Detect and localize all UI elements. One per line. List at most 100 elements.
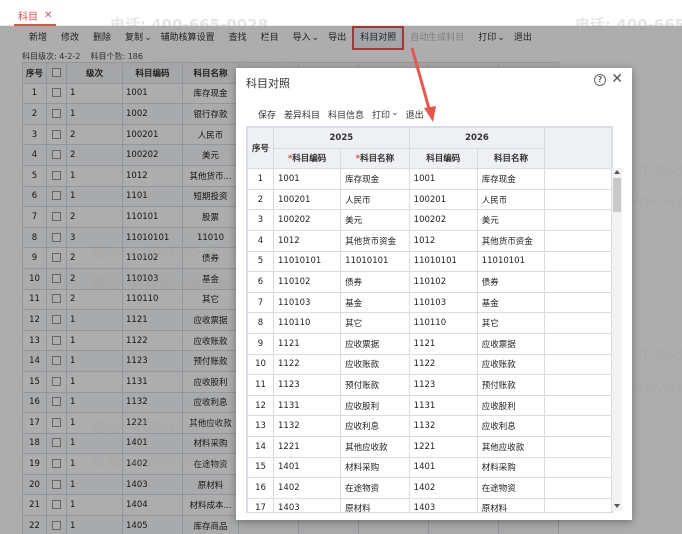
dialog-title: 科目对照 [246, 77, 290, 90]
table-cell[interactable]: 1132 [273, 415, 342, 437]
row-index: 8 [247, 312, 275, 334]
table-cell [544, 229, 612, 252]
chevron-down-icon[interactable]: ⌄ [391, 108, 399, 122]
table-cell[interactable]: 110110 [273, 312, 342, 334]
table-cell[interactable]: 人民币 [340, 188, 410, 211]
column-header[interactable]: 科目编码 [408, 147, 478, 170]
table-row[interactable]: 3 100202 美元 100202 美元 [247, 209, 612, 231]
table-row[interactable]: 9 1121 应收票据 1121 应收票据 [247, 332, 612, 355]
table-cell[interactable]: 其它 [340, 312, 410, 334]
table-cell[interactable]: 其他货币资金 [340, 229, 410, 252]
table-cell: 1402 [408, 477, 478, 499]
mapping-table: 序号 2025 2026 *科目编码 *科目名称 科目编码 科目名称 1 1001 库存现… [246, 126, 613, 513]
table-row[interactable]: 16 1402 在途物资 1402 在途物资 [247, 477, 612, 499]
table-cell: 其他货币资金 [476, 229, 546, 252]
row-index: 16 [247, 477, 275, 499]
table-cell[interactable]: 债券 [340, 271, 410, 293]
table-cell[interactable]: 基金 [340, 291, 410, 314]
table-cell[interactable]: 美元 [340, 209, 410, 231]
table-row[interactable]: 14 1221 其他应收款 1221 其他应收款 [247, 435, 612, 458]
table-cell[interactable]: 原材料 [340, 497, 410, 512]
dialog-toolbar: 保存 差异科目 科目信息 打印 ⌄ 退出 [254, 108, 428, 122]
scrollbar-thumb[interactable] [613, 178, 621, 212]
table-cell[interactable]: 材料采购 [340, 456, 410, 479]
table-cell [544, 291, 612, 314]
table-cell[interactable]: 110102 [273, 271, 342, 293]
table-row[interactable]: 8 110110 其它 110110 其它 [247, 312, 612, 334]
table-cell: 1001 [408, 168, 478, 190]
table-cell[interactable]: 应收账款 [340, 353, 410, 376]
dialog-toolbar-button[interactable]: 差异科目 [280, 108, 324, 122]
tab-bar: 科目 ✕ [0, 0, 682, 26]
table-cell[interactable]: 1123 [273, 374, 342, 396]
table-cell [544, 271, 612, 293]
table-cell[interactable]: 11010101 [273, 250, 342, 273]
table-cell[interactable]: 1122 [273, 353, 342, 376]
row-index: 13 [247, 415, 275, 437]
table-row[interactable]: 1 1001 库存现金 1001 库存现金 [247, 168, 612, 190]
table-cell[interactable]: 应收股利 [340, 394, 410, 417]
table-cell[interactable]: 110103 [273, 291, 342, 314]
table-cell[interactable]: 1403 [273, 497, 342, 512]
table-row[interactable]: 5 11010101 11010101 11010101 11010101 [247, 250, 612, 273]
dialog-toolbar-button[interactable]: 保存 [254, 108, 280, 122]
table-cell[interactable]: 11010101 [340, 250, 410, 273]
tab-subjects[interactable]: 科目 ✕ [14, 6, 57, 26]
table-cell[interactable]: 100202 [273, 209, 342, 231]
column-header[interactable]: 科目名称 [476, 147, 546, 170]
table-cell: 110110 [408, 312, 478, 334]
table-row[interactable]: 7 110103 基金 110103 基金 [247, 291, 612, 314]
dialog-toolbar-button[interactable]: 科目信息 [324, 108, 368, 122]
column-header[interactable]: *科目名称 [340, 147, 410, 170]
row-index: 12 [247, 394, 275, 417]
table-cell[interactable]: 应收票据 [340, 332, 410, 355]
table-cell [544, 374, 612, 396]
table-cell[interactable]: 1402 [273, 477, 342, 499]
table-cell[interactable]: 100201 [273, 188, 342, 211]
table-cell: 11010101 [476, 250, 546, 273]
row-index: 7 [247, 291, 275, 314]
table-cell: 人民币 [476, 188, 546, 211]
scroll-up-icon[interactable] [614, 170, 620, 174]
column-header[interactable]: *科目编码 [273, 147, 342, 170]
table-row[interactable]: 17 1403 原材料 1403 原材料 [247, 497, 612, 512]
dialog-toolbar-button[interactable]: 退出 [402, 108, 428, 122]
table-cell: 在途物资 [476, 477, 546, 499]
table-cell: 其它 [476, 312, 546, 334]
table-cell[interactable]: 其他应收款 [340, 435, 410, 458]
table-row[interactable]: 4 1012 其他货币资金 1012 其他货币资金 [247, 229, 612, 252]
table-cell[interactable]: 1401 [273, 456, 342, 479]
table-cell: 美元 [476, 209, 546, 231]
table-cell[interactable]: 1012 [273, 229, 342, 252]
table-cell [544, 188, 612, 211]
column-header-label: 科目编码 [292, 154, 327, 165]
table-cell: 债券 [476, 271, 546, 293]
table-cell[interactable]: 预付账款 [340, 374, 410, 396]
table-cell[interactable]: 库存现金 [340, 168, 410, 190]
table-cell: 1131 [408, 394, 478, 417]
table-cell[interactable]: 1221 [273, 435, 342, 458]
table-row[interactable]: 6 110102 债券 110102 债券 [247, 271, 612, 293]
table-row[interactable]: 13 1132 应收利息 1132 应收利息 [247, 415, 612, 437]
table-cell[interactable]: 1121 [273, 332, 342, 355]
table-cell[interactable]: 应收利息 [340, 415, 410, 437]
table-cell [544, 477, 612, 499]
table-cell[interactable]: 在途物资 [340, 477, 410, 499]
table-cell: 应收票据 [476, 332, 546, 355]
table-row[interactable]: 10 1122 应收账款 1122 应收账款 [247, 353, 612, 376]
table-row[interactable]: 2 100201 人民币 100201 人民币 [247, 188, 612, 211]
close-tab-icon[interactable]: ✕ [44, 10, 52, 21]
table-row[interactable]: 11 1123 预付账款 1123 预付账款 [247, 374, 612, 396]
table-cell[interactable]: 1001 [273, 168, 342, 190]
table-cell [544, 312, 612, 334]
table-row[interactable]: 15 1401 材料采购 1401 材料采购 [247, 456, 612, 479]
subject-mapping-dialog: 科目对照 ? ✕ 保存 差异科目 科目信息 打印 ⌄ 退出 序号 2025 2026 *科… [236, 68, 632, 520]
help-icon[interactable]: ? [594, 74, 606, 86]
row-index: 14 [247, 435, 275, 458]
close-icon[interactable]: ✕ [611, 71, 623, 87]
scroll-down-icon[interactable] [614, 504, 620, 508]
table-row[interactable]: 12 1131 应收股利 1131 应收股利 [247, 394, 612, 417]
vertical-scrollbar[interactable] [612, 168, 622, 511]
table-cell[interactable]: 1131 [273, 394, 342, 417]
row-index: 10 [247, 353, 275, 376]
